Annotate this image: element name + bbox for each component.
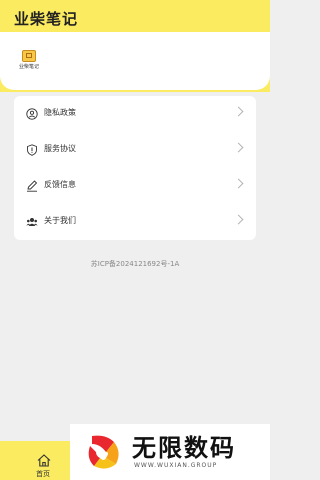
menu-item-about-us[interactable]: 关于我们 <box>14 204 256 240</box>
shield-icon <box>27 144 37 156</box>
menu-item-label: 隐私政策 <box>44 108 76 117</box>
menu-item-label: 反馈信息 <box>44 180 76 189</box>
settings-menu: 隐私政策 服务协议 反馈信息 关于我们 <box>14 96 256 240</box>
watermark-url: WWW.WUXIAN.GROUP <box>134 462 218 469</box>
tab-home[interactable]: 首页 <box>0 441 70 480</box>
user-icon <box>26 108 38 120</box>
pen-icon <box>27 180 38 192</box>
menu-item-privacy-policy[interactable]: 隐私政策 <box>14 96 256 132</box>
page-title: 业柴笔记 <box>14 10 79 28</box>
chevron-right-icon <box>233 178 244 189</box>
app-logo-icon <box>22 50 36 62</box>
chevron-right-icon <box>233 214 244 225</box>
group-icon <box>26 218 38 226</box>
app-logo-text: 业柴笔记 <box>18 64 39 70</box>
watermark-name: 无限数码 <box>132 434 236 462</box>
menu-item-service-agreement[interactable]: 服务协议 <box>14 132 256 168</box>
menu-item-label: 服务协议 <box>44 144 76 153</box>
icp-record-link[interactable]: 苏ICP备2024121692号-1A <box>0 259 270 269</box>
app-logo: 业柴笔记 <box>18 50 39 72</box>
chevron-right-icon <box>233 142 244 153</box>
tab-home-label: 首页 <box>36 470 50 478</box>
chevron-right-icon <box>233 106 244 117</box>
brand-logo-icon <box>88 435 119 469</box>
home-icon <box>37 454 51 467</box>
menu-item-feedback[interactable]: 反馈信息 <box>14 168 256 204</box>
watermark-banner: 无限数码 WWW.WUXIAN.GROUP <box>70 424 270 480</box>
menu-item-label: 关于我们 <box>44 216 76 225</box>
profile-card: 业柴笔记 <box>0 32 270 90</box>
